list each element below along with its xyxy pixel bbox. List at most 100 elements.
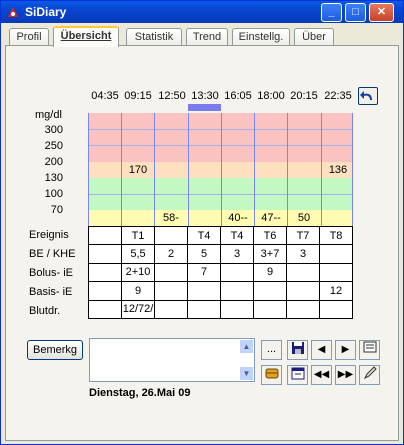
table-row: T1 T4 T4 T6 T7 T8 xyxy=(88,225,353,246)
low-value[interactable]: 40-- xyxy=(221,212,255,224)
grid-cell[interactable] xyxy=(154,262,188,283)
glucose-value[interactable]: 136 xyxy=(321,164,355,176)
save-button[interactable] xyxy=(287,340,308,360)
grid-cell[interactable]: 3+7 xyxy=(253,244,287,264)
fast-forward-button[interactable]: ▶▶ xyxy=(335,365,356,385)
tab-profil[interactable]: Profil xyxy=(9,28,49,46)
grid-cell[interactable]: T1 xyxy=(121,225,155,246)
edit-button[interactable] xyxy=(359,365,380,385)
y-level-label: 130 xyxy=(44,172,63,184)
app-icon xyxy=(8,7,18,17)
grid-line xyxy=(88,194,352,195)
grid-cell[interactable] xyxy=(187,281,221,301)
tab-statistik[interactable]: Statistik xyxy=(126,28,182,46)
grid-cell[interactable] xyxy=(319,299,353,320)
time-gridline xyxy=(88,113,89,226)
grid-cell[interactable]: 2 xyxy=(154,244,188,264)
grid-cell[interactable]: T8 xyxy=(319,225,353,246)
grid-cell[interactable]: 9 xyxy=(253,262,287,283)
next-icon: ▶ xyxy=(341,344,350,355)
row-label-blutdr: Blutdr. xyxy=(29,305,61,317)
grid-cell[interactable] xyxy=(286,262,320,283)
grid-cell[interactable]: T4 xyxy=(187,225,221,246)
row-label-be-khe: BE / KHE xyxy=(29,248,76,260)
close-button[interactable]: ✕ xyxy=(369,3,394,22)
grid-cell[interactable] xyxy=(88,225,122,246)
grid-cell[interactable] xyxy=(253,281,287,301)
maximize-button[interactable]: □ xyxy=(345,3,366,22)
grid-cell[interactable]: 5,5 xyxy=(121,244,155,264)
table-row: 9 12 xyxy=(88,281,353,301)
grid-cell[interactable] xyxy=(220,281,254,301)
y-level-label: 100 xyxy=(44,188,63,200)
grid-cell[interactable] xyxy=(154,225,188,246)
table-row: 5,5 2 5 3 3+7 3 xyxy=(88,244,353,264)
grid-cell[interactable]: T6 xyxy=(253,225,287,246)
grid-cell[interactable]: T4 xyxy=(220,225,254,246)
grid-cell[interactable]: 2+10 xyxy=(121,262,155,283)
list-button[interactable] xyxy=(359,340,380,360)
grid-cell[interactable] xyxy=(319,262,353,283)
grid-cell[interactable] xyxy=(286,281,320,301)
scroll-down-button[interactable]: ▼ xyxy=(239,366,254,381)
grid-cell[interactable] xyxy=(88,299,122,320)
tab-uebersicht[interactable]: Übersicht xyxy=(53,26,119,47)
grid-cell[interactable]: 12 xyxy=(319,281,353,301)
title-bar: SiDiary _ □ ✕ xyxy=(1,1,403,23)
more-options-button[interactable]: ... xyxy=(261,340,282,360)
sidiary-window: SiDiary _ □ ✕ Profil Übersicht Statistik… xyxy=(0,0,404,445)
fast-forward-icon: ▶▶ xyxy=(337,369,354,380)
grid-cell[interactable] xyxy=(319,244,353,264)
row-label-basis: Basis- iE xyxy=(29,286,73,298)
undo-button[interactable] xyxy=(358,87,378,105)
minimize-button[interactable]: _ xyxy=(321,3,342,22)
calendar-button[interactable] xyxy=(287,365,308,385)
database-icon xyxy=(265,368,278,379)
scroll-up-button[interactable]: ▲ xyxy=(239,339,254,354)
previous-entry-button[interactable]: ◀ xyxy=(311,340,332,360)
time-gridline xyxy=(254,113,255,226)
row-label-ereignis: Ereignis xyxy=(29,229,69,241)
low-value[interactable]: 47-- xyxy=(254,212,288,224)
calendar-icon xyxy=(291,367,304,380)
grid-cell[interactable]: 3 xyxy=(220,244,254,264)
grid-cell[interactable] xyxy=(88,281,122,301)
low-value[interactable]: 50 xyxy=(287,212,321,224)
grid-line xyxy=(88,145,352,146)
tab-ueber[interactable]: Über xyxy=(294,28,334,46)
glucose-value[interactable]: 170 xyxy=(121,164,155,176)
grid-cell[interactable] xyxy=(220,262,254,283)
list-icon xyxy=(363,341,376,353)
grid-cell[interactable]: 12/72/ xyxy=(121,299,155,320)
tab-einstellg[interactable]: Einstellg. xyxy=(232,28,290,46)
grid-cell[interactable]: 9 xyxy=(121,281,155,301)
tab-trend[interactable]: Trend xyxy=(186,28,228,46)
grid-cell[interactable] xyxy=(88,244,122,264)
grid-cell[interactable]: 7 xyxy=(187,262,221,283)
current-time-marker[interactable] xyxy=(188,104,221,111)
grid-cell[interactable]: 5 xyxy=(187,244,221,264)
grid-cell[interactable]: 3 xyxy=(286,244,320,264)
grid-cell[interactable] xyxy=(88,262,122,283)
grid-cell[interactable] xyxy=(154,299,188,320)
low-value[interactable]: 58- xyxy=(154,212,188,224)
database-button[interactable] xyxy=(261,365,282,385)
notes-textarea[interactable]: ▲ ▼ xyxy=(89,338,255,382)
undo-icon xyxy=(360,91,372,100)
rewind-button[interactable]: ◀◀ xyxy=(311,365,332,385)
row-label-bolus: Bolus- iE xyxy=(29,267,74,279)
y-level-label: 200 xyxy=(44,156,63,168)
table-row: 12/72/ xyxy=(88,299,353,320)
unit-label: mg/dl xyxy=(35,109,62,121)
rewind-icon: ◀◀ xyxy=(313,369,330,380)
next-entry-button[interactable]: ▶ xyxy=(335,340,356,360)
notes-button[interactable]: Bemerkg xyxy=(27,340,83,360)
grid-cell[interactable] xyxy=(220,299,254,320)
y-level-label: 300 xyxy=(44,124,63,136)
grid-cell[interactable] xyxy=(286,299,320,320)
grid-cell[interactable] xyxy=(187,299,221,320)
save-icon xyxy=(291,342,304,354)
grid-cell[interactable] xyxy=(253,299,287,320)
grid-cell[interactable] xyxy=(154,281,188,301)
grid-cell[interactable]: T7 xyxy=(286,225,320,246)
